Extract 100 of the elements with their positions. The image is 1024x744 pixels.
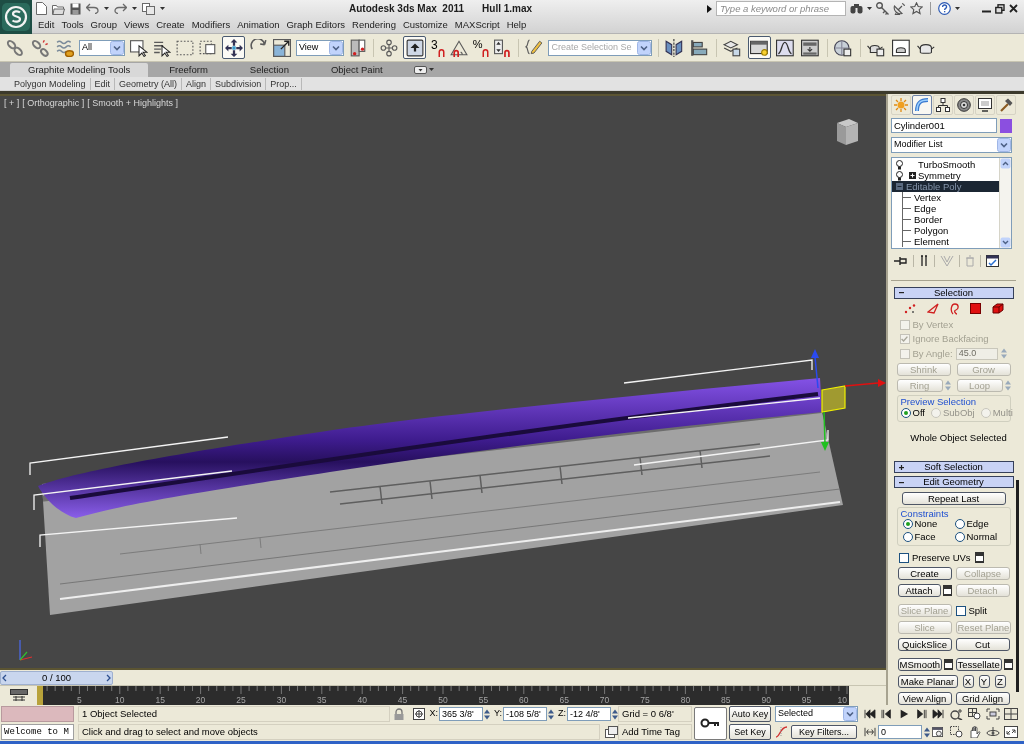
listener-output-field[interactable]: Welcome to M xyxy=(1,724,74,740)
panel-button[interactable]: Make Planar xyxy=(897,675,958,688)
arrows-between-bars-icon[interactable] xyxy=(864,727,876,737)
panel-button[interactable]: X xyxy=(962,675,974,688)
menu-item[interactable]: Modifiers xyxy=(191,18,231,33)
menu-item[interactable]: Graph Editors xyxy=(286,18,346,33)
curve-window-icon[interactable] xyxy=(776,38,797,57)
caret-icon[interactable] xyxy=(867,7,872,11)
small-window-icon[interactable] xyxy=(1003,659,1013,670)
radio-button[interactable] xyxy=(900,407,911,418)
lit-bulb-icon[interactable] xyxy=(895,159,903,170)
ribbon-panel-label[interactable]: Prop... xyxy=(266,77,302,90)
small-window-icon[interactable] xyxy=(974,552,984,563)
crosshair-box-icon[interactable] xyxy=(413,708,426,720)
menu-item[interactable]: Create xyxy=(156,18,185,33)
checkbox[interactable] xyxy=(955,605,966,616)
select-object-icon[interactable] xyxy=(130,38,148,57)
selection-filter-dropdown[interactable]: All xyxy=(79,39,125,56)
spinner-icon[interactable] xyxy=(612,708,618,720)
node-cross-icon[interactable] xyxy=(380,38,398,57)
menu-item[interactable]: Tools xyxy=(61,18,84,33)
four-pane-icon[interactable] xyxy=(1004,708,1018,720)
star-icon[interactable] xyxy=(910,2,923,16)
menu-item[interactable]: Views xyxy=(123,18,150,33)
radio-button[interactable] xyxy=(954,532,965,542)
coordinate-system-dropdown[interactable]: View xyxy=(296,39,344,56)
go-to-end-icon[interactable] xyxy=(932,709,944,719)
key-icon[interactable] xyxy=(700,718,720,728)
panel-button[interactable]: View Align xyxy=(897,692,952,705)
panel-button[interactable]: Create xyxy=(897,567,952,580)
object-name-field[interactable]: Cylinder001 xyxy=(891,118,997,133)
radio-button[interactable] xyxy=(902,519,913,529)
triangle-magnet-icon[interactable] xyxy=(449,38,468,57)
track-bar[interactable]: 5 10 15 20 25 30 35 40 45 50 55 60 65 70 75 80 85 90 95 10 xyxy=(37,686,849,705)
radio-button[interactable] xyxy=(902,532,913,542)
braces-pencil-icon[interactable] xyxy=(525,38,544,57)
ribbon-tab[interactable]: Selection xyxy=(228,63,310,77)
ribbon-tab[interactable]: Freeform xyxy=(148,63,229,77)
pin-icon[interactable] xyxy=(894,254,908,267)
magnet-icon[interactable] xyxy=(482,47,490,57)
wavy-lines-icon[interactable] xyxy=(56,38,74,57)
sub-object-level[interactable]: Element xyxy=(910,236,952,247)
caret-icon[interactable] xyxy=(132,7,137,11)
sub-object-level[interactable]: Border xyxy=(910,214,946,225)
help-icon[interactable] xyxy=(938,2,951,16)
zoom-icon[interactable] xyxy=(950,708,964,720)
sub-object-level[interactable]: Polygon xyxy=(910,225,952,236)
ribbon-panel-label[interactable]: Align xyxy=(182,77,212,90)
viewport-menu-label[interactable]: [ Orthographic ] xyxy=(22,97,85,111)
sub-object-level[interactable]: Vertex xyxy=(910,192,944,203)
save-icon[interactable] xyxy=(70,2,81,15)
plus-icon[interactable] xyxy=(898,464,904,470)
current-frame-field[interactable]: 0 xyxy=(878,725,922,739)
menu-item[interactable]: Animation xyxy=(237,18,280,33)
time-slider-track[interactable]: 0 / 100 xyxy=(0,670,886,686)
overlapping-squares-icon[interactable] xyxy=(605,726,618,738)
plus-box-icon[interactable] xyxy=(908,172,916,179)
minus-box-icon[interactable] xyxy=(895,183,903,190)
corner-frame-icon[interactable] xyxy=(986,708,1000,720)
modifier-stack-item[interactable]: Editable Poly xyxy=(892,181,999,192)
y-axis-arrow[interactable] xyxy=(821,411,829,451)
window-circle-icon[interactable] xyxy=(932,727,944,737)
open-folder-icon[interactable] xyxy=(52,2,65,15)
key-icon[interactable] xyxy=(876,2,889,16)
pivot-dots-icon[interactable] xyxy=(349,38,367,57)
caret-icon[interactable] xyxy=(160,7,165,11)
caret-icon[interactable] xyxy=(428,68,434,71)
coordinate-field[interactable]: 365 3/8' xyxy=(439,707,483,721)
binoculars-icon[interactable] xyxy=(850,3,863,15)
dashed-magnifier-icon[interactable] xyxy=(950,726,964,738)
ribbon-panel-label[interactable]: Subdivision xyxy=(211,77,267,90)
panel-button[interactable]: Repeat Last xyxy=(901,492,1006,505)
small-window-icon[interactable] xyxy=(942,585,952,596)
ribbon-panel-label[interactable]: Edit xyxy=(90,77,116,90)
panel-button[interactable]: Y xyxy=(978,675,990,688)
double-bar-icon[interactable] xyxy=(919,254,929,267)
redo-icon[interactable] xyxy=(114,3,127,15)
grid-magnifier-icon[interactable] xyxy=(968,708,982,720)
color-swatch-icon[interactable] xyxy=(1000,118,1012,133)
panel-button[interactable]: Attach xyxy=(897,584,941,597)
panel-scrollbar[interactable] xyxy=(1016,480,1019,692)
bars-icon[interactable] xyxy=(9,689,28,702)
hull-model[interactable] xyxy=(38,378,822,518)
chevron-left-icon[interactable] xyxy=(2,674,7,682)
auto-key-button[interactable]: Auto Key xyxy=(729,706,771,722)
modifier-stack-item[interactable]: Symmetry xyxy=(892,170,999,181)
spinner-icon[interactable] xyxy=(924,726,930,738)
expand-arrow-icon[interactable] xyxy=(707,4,712,13)
rollout-header[interactable]: Soft Selection xyxy=(893,461,1014,473)
spinner-magnet-icon[interactable] xyxy=(494,38,513,57)
key-filters-button[interactable]: Key Filters... xyxy=(791,725,857,739)
menu-item[interactable]: Customize xyxy=(402,18,448,33)
teapot-window-icon[interactable] xyxy=(892,38,913,57)
set-key-button[interactable]: Set Key xyxy=(729,724,771,740)
spinner-icon[interactable] xyxy=(548,708,554,720)
caret-icon[interactable] xyxy=(104,7,109,11)
key-mode-dropdown[interactable]: Selected xyxy=(775,706,858,722)
dashed-rectangle-icon[interactable] xyxy=(176,38,194,57)
panel-button[interactable]: MSmooth xyxy=(897,658,943,671)
listener-input-field[interactable] xyxy=(1,706,74,722)
